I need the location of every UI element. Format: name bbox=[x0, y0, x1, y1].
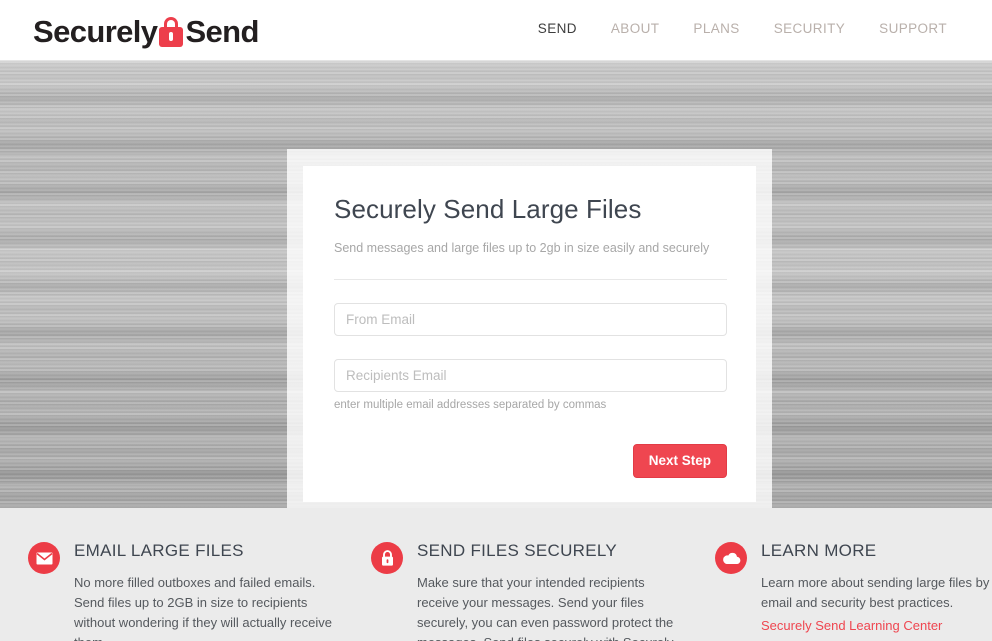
feature-text: Learn more about sending large files by … bbox=[761, 575, 990, 611]
form-divider bbox=[334, 279, 727, 281]
nav-item-plans[interactable]: PLANS bbox=[676, 21, 756, 36]
site-header: Securely Send SEND ABOUT PLANS SECURITY … bbox=[0, 0, 992, 61]
padlock-icon bbox=[158, 17, 184, 47]
feature-email-large-files: EMAIL LARGE FILES No more filled outboxe… bbox=[28, 539, 348, 641]
hero-section: Securely Send Large Files Send messages … bbox=[0, 61, 992, 508]
page-subtitle: Send messages and large files up to 2gb … bbox=[334, 241, 710, 256]
features-section: EMAIL LARGE FILES No more filled outboxe… bbox=[0, 508, 992, 641]
feature-heading: SEND FILES SECURELY bbox=[417, 541, 617, 560]
site-logo[interactable]: Securely Send bbox=[33, 11, 259, 51]
next-step-button[interactable]: Next Step bbox=[632, 444, 727, 478]
cloud-icon bbox=[715, 542, 747, 574]
logo-word-send: Send bbox=[185, 13, 259, 49]
feature-text: Make sure that your intended recipients … bbox=[417, 575, 674, 641]
nav-item-send[interactable]: SEND bbox=[521, 21, 594, 36]
nav-item-about[interactable]: ABOUT bbox=[594, 21, 677, 36]
recipients-email-input[interactable] bbox=[334, 359, 727, 393]
recipients-hint: enter multiple email addresses separated… bbox=[334, 399, 607, 412]
feature-learn-more: LEARN MORE Learn more about sending larg… bbox=[715, 539, 992, 636]
main-navigation: SEND ABOUT PLANS SECURITY SUPPORT bbox=[521, 21, 964, 36]
envelope-icon bbox=[28, 542, 60, 574]
learning-center-link[interactable]: Securely Send Learning Center bbox=[761, 616, 942, 636]
send-form-card-frame: Securely Send Large Files Send messages … bbox=[287, 149, 772, 508]
feature-heading: LEARN MORE bbox=[761, 541, 877, 560]
from-email-input[interactable] bbox=[334, 303, 727, 337]
feature-send-files-securely: SEND FILES SECURELY Make sure that your … bbox=[371, 539, 691, 641]
page-title: Securely Send Large Files bbox=[334, 194, 642, 224]
logo-word-securely: Securely bbox=[33, 13, 158, 49]
lock-icon bbox=[371, 542, 403, 574]
send-form-card: Securely Send Large Files Send messages … bbox=[303, 166, 756, 502]
feature-heading: EMAIL LARGE FILES bbox=[74, 541, 244, 560]
nav-item-support[interactable]: SUPPORT bbox=[862, 21, 964, 36]
nav-item-security[interactable]: SECURITY bbox=[757, 21, 862, 36]
form-actions: Next Step bbox=[334, 444, 727, 478]
feature-text: No more filled outboxes and failed email… bbox=[74, 575, 332, 641]
send-form-body: Securely Send Large Files Send messages … bbox=[334, 194, 727, 478]
